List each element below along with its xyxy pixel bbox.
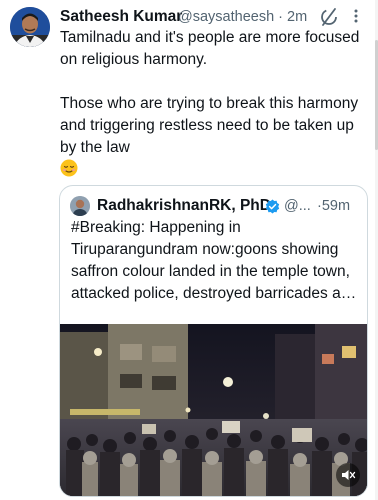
meta-separator: · (278, 9, 284, 25)
quoted-author-handle[interactable]: @... (284, 198, 311, 214)
quoted-tweet[interactable]: RadhakrishnanRK, PhD. @... ·59m #Breakin… (59, 185, 368, 497)
tweet-time[interactable]: 2m (287, 9, 307, 25)
more-vertical-icon[interactable] (349, 6, 363, 26)
quoted-tweet-text: #Breaking: Happening in Tiruparangundram… (71, 219, 358, 302)
mute-button[interactable] (336, 463, 360, 487)
author-meta[interactable]: @saysatheesh · 2m (178, 9, 307, 25)
author-handle[interactable]: @saysatheesh (178, 9, 274, 25)
relieved-face-icon (60, 159, 78, 177)
quoted-tweet-header: RadhakrishnanRK, PhD. @... ·59m (70, 195, 361, 217)
grok-icon[interactable] (318, 6, 340, 28)
quoted-author-name[interactable]: RadhakrishnanRK, PhD. (97, 197, 275, 215)
author-name[interactable]: Satheesh Kumar (60, 8, 182, 26)
quoted-tweet-time[interactable]: ·59m (317, 198, 350, 214)
speaker-muted-icon (342, 470, 356, 480)
quoted-tweet-video[interactable] (60, 324, 367, 496)
verified-badge-icon (265, 199, 280, 214)
quoted-author-avatar[interactable] (70, 196, 90, 216)
tweet-header: Satheesh Kumar @saysatheesh · 2m (60, 6, 370, 28)
tweet-text: Tamilnadu and it's people are more focus… (60, 29, 360, 156)
author-avatar[interactable] (10, 7, 50, 47)
